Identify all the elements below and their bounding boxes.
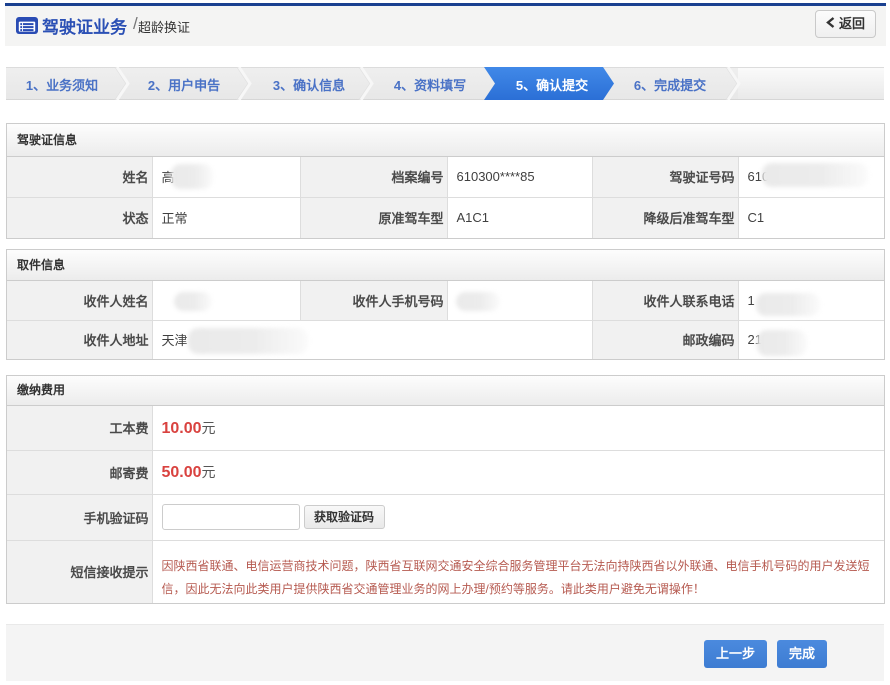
- svg-text:6、完成提交: 6、完成提交: [634, 78, 706, 93]
- svg-text:2、用户申告: 2、用户申告: [148, 78, 220, 93]
- svg-text:5、确认提交: 5、确认提交: [516, 78, 588, 93]
- svg-text:4、资料填写: 4、资料填写: [394, 78, 466, 93]
- svg-text:1、业务须知: 1、业务须知: [26, 78, 98, 93]
- svg-text:3、确认信息: 3、确认信息: [273, 78, 345, 93]
